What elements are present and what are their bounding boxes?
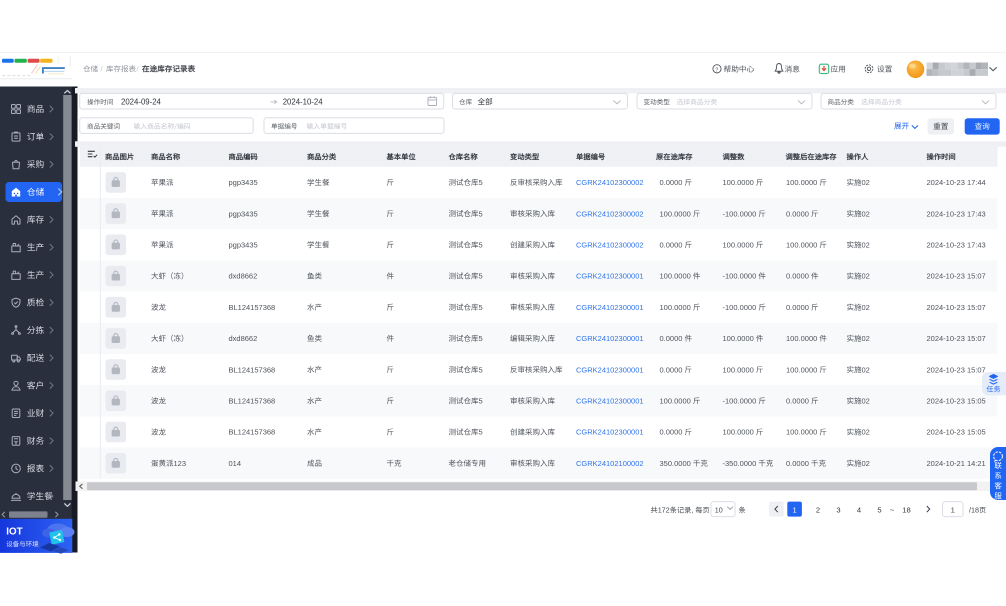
svg-text:02: 02	[862, 459, 870, 468]
svg-text:CGRK24102100002: CGRK24102100002	[576, 459, 644, 468]
svg-text:-100.0000: -100.0000	[723, 303, 757, 312]
svg-text:pgp3435: pgp3435	[229, 209, 258, 218]
svg-text:CGRK24102300001: CGRK24102300001	[576, 303, 644, 312]
svg-text:BL124157368: BL124157368	[229, 303, 276, 312]
svg-text:172: 172	[658, 506, 670, 515]
svg-text:-100.0000: -100.0000	[723, 397, 757, 406]
svg-text:0.0000: 0.0000	[660, 178, 683, 187]
svg-text:2024-10-23 15:05: 2024-10-23 15:05	[927, 428, 986, 437]
svg-text:0.0000: 0.0000	[786, 303, 809, 312]
svg-text:0.0000: 0.0000	[660, 365, 683, 374]
svg-text:CGRK24102300001: CGRK24102300001	[576, 397, 644, 406]
svg-text:5: 5	[479, 209, 483, 218]
svg-text:CGRK24102300001: CGRK24102300001	[576, 365, 644, 374]
svg-text:100.0000: 100.0000	[660, 272, 691, 281]
svg-text:2024-10-23 15:07: 2024-10-23 15:07	[927, 334, 986, 343]
svg-text:350.0000: 350.0000	[660, 459, 691, 468]
svg-text:100.0000: 100.0000	[786, 241, 817, 250]
svg-text:02: 02	[862, 397, 870, 406]
svg-text:100.0000: 100.0000	[786, 178, 817, 187]
svg-text:02: 02	[862, 272, 870, 281]
svg-text:5: 5	[479, 397, 483, 406]
svg-text:18: 18	[902, 506, 910, 515]
svg-text:100.0000: 100.0000	[786, 334, 817, 343]
svg-text:2024-10-23 15:07: 2024-10-23 15:07	[927, 272, 986, 281]
svg-text:BL124157368: BL124157368	[229, 428, 276, 437]
svg-text:5: 5	[479, 428, 483, 437]
svg-text:100.0000: 100.0000	[660, 303, 691, 312]
svg-text:100.0000: 100.0000	[723, 428, 754, 437]
svg-text:02: 02	[862, 428, 870, 437]
svg-text:02: 02	[862, 241, 870, 250]
svg-text:pgp3435: pgp3435	[229, 241, 258, 250]
svg-text:5: 5	[479, 334, 483, 343]
svg-text:IOT: IOT	[6, 527, 22, 538]
svg-text:1: 1	[792, 506, 796, 515]
svg-text:1: 1	[951, 506, 955, 515]
svg-text:4: 4	[857, 506, 861, 515]
svg-text:100.0000: 100.0000	[660, 397, 691, 406]
svg-text:0.0000: 0.0000	[660, 334, 683, 343]
svg-text:3: 3	[836, 506, 840, 515]
svg-text:-350.0000: -350.0000	[723, 459, 757, 468]
svg-text:02: 02	[862, 334, 870, 343]
svg-text:-100.0000: -100.0000	[723, 209, 757, 218]
svg-text:BL124157368: BL124157368	[229, 365, 276, 374]
svg-text:2024-10-23 17:43: 2024-10-23 17:43	[927, 241, 986, 250]
svg-text:2024-10-23 15:07: 2024-10-23 15:07	[927, 303, 986, 312]
svg-text:02: 02	[862, 303, 870, 312]
svg-text:02: 02	[862, 178, 870, 187]
svg-text:5: 5	[479, 241, 483, 250]
svg-text:2024-10-24: 2024-10-24	[283, 97, 324, 106]
svg-text:100.0000: 100.0000	[723, 365, 754, 374]
svg-text:100.0000: 100.0000	[723, 178, 754, 187]
svg-text:5: 5	[479, 178, 483, 187]
svg-text:0.0000: 0.0000	[660, 428, 683, 437]
svg-text:0.0000: 0.0000	[786, 397, 809, 406]
svg-text:2024-09-24: 2024-09-24	[121, 97, 162, 106]
svg-text:BL124157368: BL124157368	[229, 397, 276, 406]
svg-text:2024-10-21 14:21: 2024-10-21 14:21	[927, 459, 986, 468]
svg-text:5: 5	[479, 303, 483, 312]
svg-text:2024-10-23 17:43: 2024-10-23 17:43	[927, 209, 986, 218]
svg-text:/18: /18	[969, 506, 979, 515]
svg-text:-100.0000: -100.0000	[723, 272, 757, 281]
svg-text:0.0000: 0.0000	[786, 459, 809, 468]
svg-text:100.0000: 100.0000	[723, 241, 754, 250]
svg-text:2024-10-23 15:07: 2024-10-23 15:07	[927, 365, 986, 374]
svg-text:dxd8662: dxd8662	[229, 334, 258, 343]
svg-text:~: ~	[890, 506, 895, 515]
svg-text:02: 02	[862, 365, 870, 374]
svg-text:CGRK24102300002: CGRK24102300002	[576, 241, 644, 250]
svg-text:5: 5	[877, 506, 881, 515]
svg-text:2024-10-23 15:05: 2024-10-23 15:05	[927, 397, 986, 406]
svg-text:123: 123	[174, 459, 187, 468]
svg-text:014: 014	[229, 459, 242, 468]
svg-text:pgp3435: pgp3435	[229, 178, 258, 187]
svg-text:100.0000: 100.0000	[786, 428, 817, 437]
svg-text:2024-10-23 17:44: 2024-10-23 17:44	[927, 178, 986, 187]
svg-text:5: 5	[479, 365, 483, 374]
svg-text:CGRK24102300002: CGRK24102300002	[576, 209, 644, 218]
svg-text:5: 5	[479, 272, 483, 281]
svg-text:100.0000: 100.0000	[660, 209, 691, 218]
svg-text:02: 02	[862, 209, 870, 218]
svg-text:CGRK24102300001: CGRK24102300001	[576, 334, 644, 343]
svg-text:100.0000: 100.0000	[723, 334, 754, 343]
svg-text:?: ?	[715, 67, 718, 73]
svg-text:,: ,	[691, 506, 693, 515]
svg-text:0.0000: 0.0000	[786, 272, 809, 281]
svg-text:dxd8662: dxd8662	[229, 272, 258, 281]
svg-text:CGRK24102300001: CGRK24102300001	[576, 428, 644, 437]
svg-text:0.0000: 0.0000	[786, 209, 809, 218]
svg-text:100.0000: 100.0000	[786, 365, 817, 374]
svg-text:CGRK24102300001: CGRK24102300001	[576, 272, 644, 281]
svg-text:0.0000: 0.0000	[660, 241, 683, 250]
svg-text:CGRK24102300002: CGRK24102300002	[576, 178, 644, 187]
svg-text:2: 2	[816, 506, 820, 515]
svg-text:10: 10	[715, 506, 723, 515]
